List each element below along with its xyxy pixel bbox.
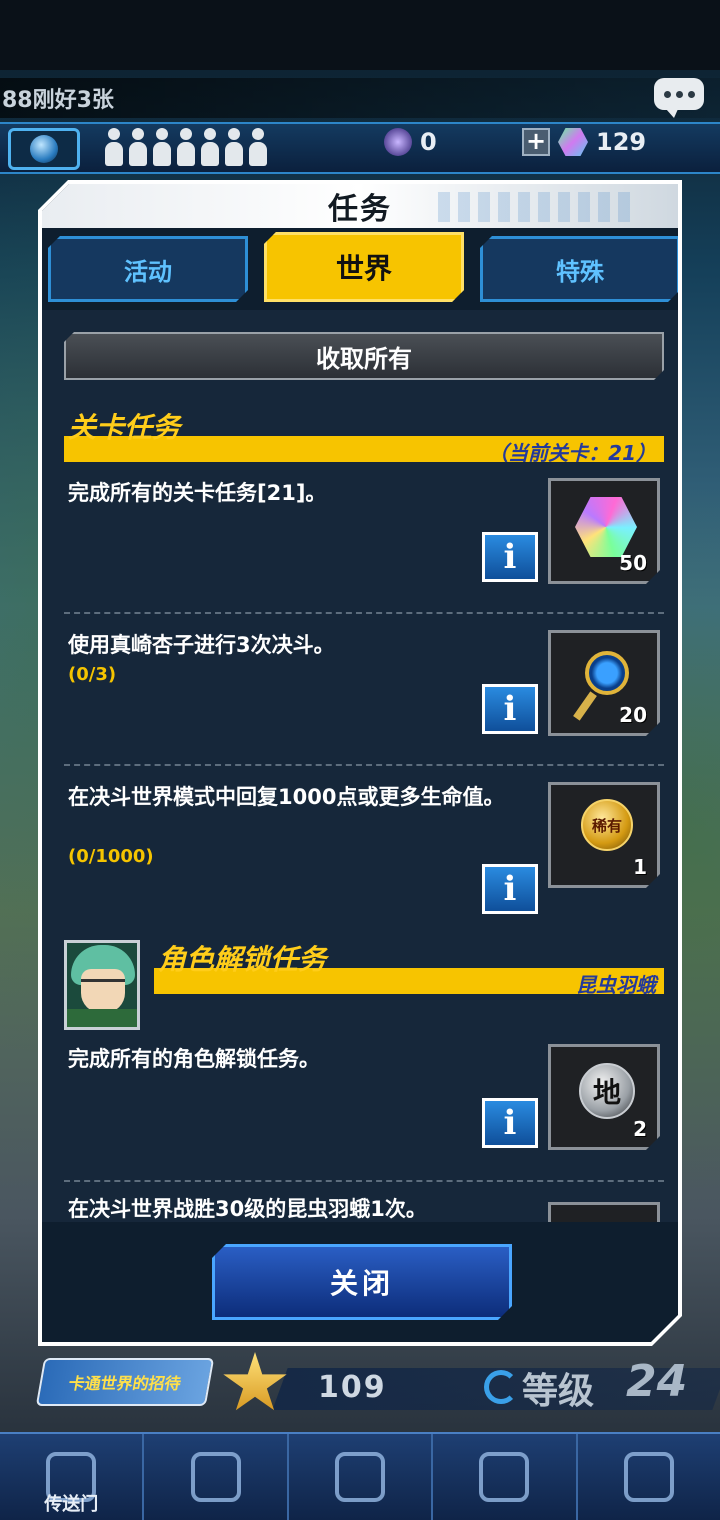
reward-box[interactable]: 50 (548, 478, 660, 584)
mission-text: 在决斗世界战胜30级的昆虫羽蛾1次。 (68, 1197, 427, 1221)
reward-count: 50 (619, 551, 647, 575)
person-icon (200, 128, 220, 168)
crossed-swords-icon (190, 1452, 241, 1502)
mission-progress: (0/1000) (68, 846, 154, 867)
person-icon (224, 128, 244, 168)
person-icon (128, 128, 148, 168)
campaign-logo[interactable]: 卡通世界的招待 (35, 1358, 215, 1406)
current-stage-note: （当前关卡：21） (488, 441, 656, 465)
gem-resource: + 129 (522, 128, 646, 156)
mission-list[interactable]: 收取所有 关卡任务 （当前关卡：21） 完成所有的关卡任务[21]。 i 50 … (42, 310, 678, 1222)
section-title: 关卡任务 (68, 411, 181, 444)
key-stem (573, 691, 597, 720)
dialog-title: 任务 (328, 192, 392, 227)
claim-all-button[interactable]: 收取所有 (64, 332, 664, 380)
mission-text: 完成所有的关卡任务[21]。 (68, 481, 327, 505)
orb-resource: 0 (384, 128, 437, 156)
rarity-badge: 稀有 (591, 816, 622, 835)
reward-count: 20 (619, 703, 647, 727)
dialog-title-bar: 任务 (42, 184, 678, 228)
mission-text: 使用真崎杏子进行3次决斗。 (68, 633, 335, 657)
orb-count: 0 (420, 128, 437, 156)
unlock-section-header: 角色解锁任务 昆虫羽蛾 (154, 938, 664, 998)
nav-shop[interactable] (289, 1434, 434, 1520)
shopping-cart-icon (335, 1452, 386, 1502)
player-slots (104, 128, 268, 168)
divider (64, 764, 664, 766)
info-button[interactable]: i (482, 532, 538, 582)
dialog-body: 任务 活动 世界 特殊 收取所有 关卡任务 （当前关卡：21） 完成所有的关卡任… (42, 184, 678, 1342)
nav-deck[interactable] (433, 1434, 578, 1520)
stage-section-header: 关卡任务 （当前关卡：21） (64, 406, 664, 466)
reward-count: 2 (633, 1117, 647, 1141)
divider (64, 612, 664, 614)
key-icon (585, 651, 629, 695)
info-button[interactable]: i (482, 1098, 538, 1148)
chat-icon[interactable] (654, 78, 704, 118)
reward-count: 1 (633, 855, 647, 879)
gem-icon (575, 497, 637, 557)
tab-world[interactable]: 世界 (264, 232, 464, 302)
character-name: 昆虫羽蛾 (576, 973, 656, 997)
mission-text: 完成所有的角色解锁任务。 (68, 1047, 320, 1071)
level-value: 24 (626, 1356, 688, 1407)
person-icon (104, 128, 124, 168)
person-icon (248, 128, 268, 168)
avatar (64, 940, 140, 1030)
orb-icon (30, 135, 58, 163)
reward-box[interactable]: 稀有 1 (548, 782, 660, 888)
mission-dialog: 任务 活动 世界 特殊 收取所有 关卡任务 （当前关卡：21） 完成所有的关卡任… (38, 180, 682, 1346)
news-ticker: 88刚好3张 (0, 78, 720, 118)
info-button[interactable]: i (482, 684, 538, 734)
nav-duel[interactable] (144, 1434, 289, 1520)
medal-icon: 稀有 (581, 799, 633, 851)
orb-currency-icon (384, 128, 412, 156)
bottom-nav: 传送门 (0, 1432, 720, 1520)
nav-gate-label: 传送门 (44, 1494, 99, 1515)
reward-box[interactable]: 地 2 (548, 1044, 660, 1150)
fist-icon (623, 1452, 674, 1502)
list-item: 在决斗世界战胜30级的昆虫羽蛾1次。 (64, 1194, 664, 1222)
reward-box[interactable] (548, 1202, 660, 1222)
section-title: 角色解锁任务 (158, 943, 327, 976)
add-gems-button[interactable]: + (522, 128, 550, 156)
reward-box[interactable]: 20 (548, 630, 660, 736)
divider (64, 1180, 664, 1182)
tab-event[interactable]: 活动 (48, 236, 248, 302)
list-item: 在决斗世界模式中回复1000点或更多生命值。 (0/1000) i 稀有 1 (64, 782, 664, 922)
hex-pattern-decoration (438, 192, 638, 222)
level-label: 等级 (522, 1371, 595, 1412)
tab-special[interactable]: 特殊 (480, 236, 680, 302)
list-item: 完成所有的关卡任务[21]。 i 50 (64, 478, 664, 588)
refresh-icon (484, 1370, 518, 1404)
list-item: 使用真崎杏子进行3次决斗。 (0/3) i 20 (64, 630, 664, 740)
earth-orb-icon: 地 (579, 1063, 635, 1119)
info-button[interactable]: i (482, 864, 538, 914)
level-points: 109 (318, 1370, 387, 1405)
nav-gate[interactable]: 传送门 (0, 1434, 145, 1520)
gem-count: 129 (596, 128, 647, 156)
attribute-badge: 地 (592, 1076, 621, 1109)
close-button[interactable]: 关闭 (212, 1244, 512, 1320)
nav-social[interactable] (578, 1434, 720, 1520)
person-icon (176, 128, 196, 168)
gem-currency-icon (558, 128, 588, 156)
cards-icon (479, 1452, 530, 1502)
list-item: 完成所有的角色解锁任务。 i 地 2 (64, 1044, 664, 1154)
campaign-label: 卡通世界的招待 (67, 1374, 183, 1393)
ticker-text: 88刚好3张 (2, 88, 114, 113)
mission-text: 在决斗世界模式中回复1000点或更多生命值。 (68, 785, 505, 809)
status-bar (0, 0, 720, 70)
mission-progress: (0/3) (68, 664, 117, 685)
person-icon (152, 128, 172, 168)
mission-tabs: 活动 世界 特殊 (48, 236, 680, 306)
duel-orb-button[interactable] (8, 128, 80, 170)
